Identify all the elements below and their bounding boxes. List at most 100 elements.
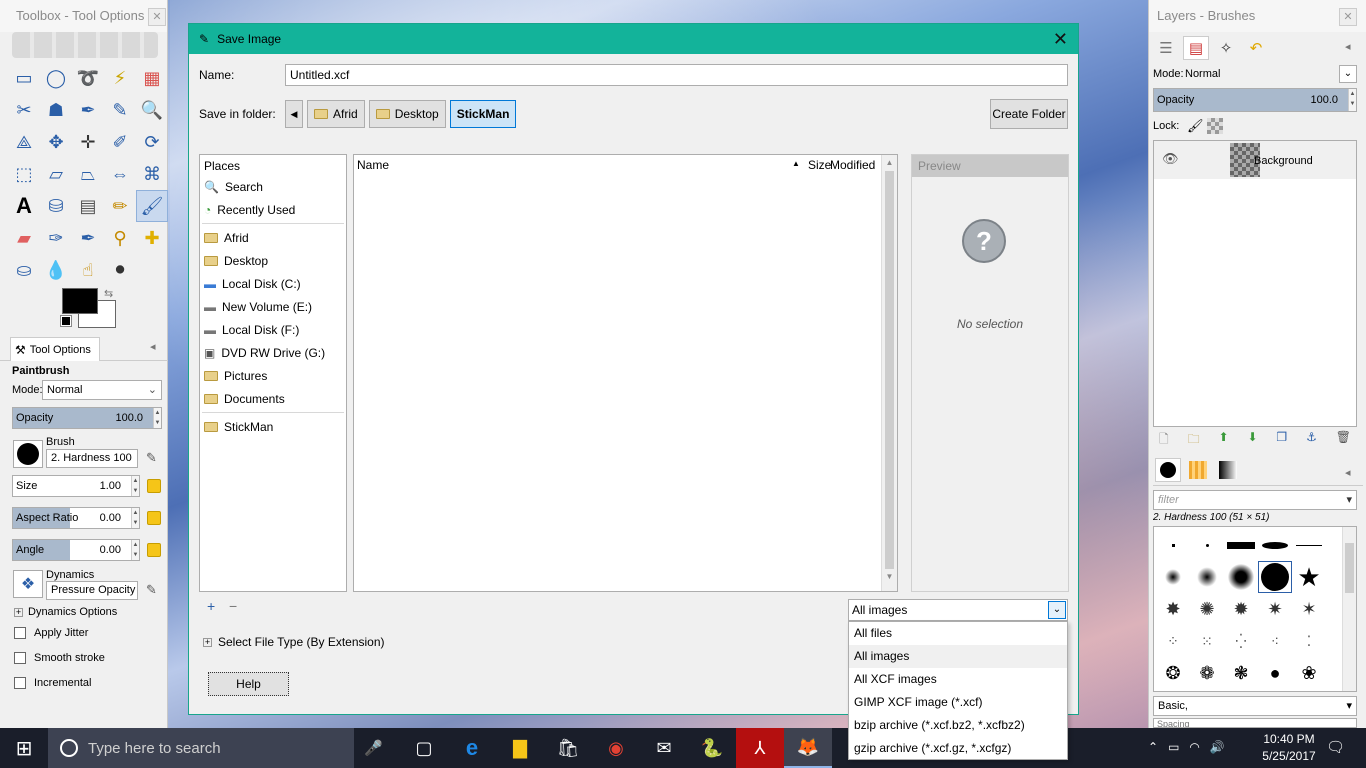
filter-option-gimp-xcf[interactable]: GIMP XCF image (*.xcf)	[849, 691, 1067, 714]
brush-splatter1-icon[interactable]: ✸	[1156, 593, 1190, 625]
brush-tiny-icon[interactable]	[1156, 529, 1190, 561]
fuzzy-select-icon[interactable]: ⚡	[104, 62, 136, 94]
aspect-spinner[interactable]: ▲ ▼	[131, 508, 139, 528]
scroll-down-icon[interactable]: ▼	[882, 569, 897, 585]
brush-texture5-icon[interactable]: ❀	[1292, 657, 1326, 689]
spacing-slider[interactable]: Spacing	[1153, 718, 1357, 728]
scissors-icon[interactable]: ✂	[8, 94, 40, 126]
place-search[interactable]: 🔍 Search	[200, 175, 346, 198]
crop-icon[interactable]: ✐	[104, 126, 136, 158]
gimp-taskbar-icon[interactable]: 🦊	[784, 728, 832, 768]
delete-layer-icon[interactable]: 🗑	[1336, 430, 1351, 451]
configure-tab-icon[interactable]: ◂	[150, 340, 156, 353]
tab-brushes-icon[interactable]	[1155, 458, 1181, 482]
flip-icon[interactable]: ⇔	[104, 158, 136, 190]
wifi-icon[interactable]: ◠	[1189, 740, 1199, 754]
brush-name-field[interactable]: 2. Hardness 100	[46, 449, 138, 468]
smudge-icon[interactable]: ☝	[72, 254, 104, 286]
brush-sponge3-icon[interactable]: ⁛	[1224, 625, 1258, 657]
pencil-icon[interactable]: ✏	[104, 190, 136, 222]
smooth-stroke-option[interactable]: Smooth stroke	[14, 652, 105, 664]
color-picker-icon[interactable]: ✎	[104, 94, 136, 126]
acrobat-icon[interactable]: ⅄	[736, 728, 784, 768]
brush-texture1-icon[interactable]: ❂	[1156, 657, 1190, 689]
edge-browser-icon[interactable]: e	[448, 728, 496, 768]
layer-opacity-slider[interactable]: Opacity 100.0 ▲ ▼	[1153, 88, 1357, 112]
breadcrumb-afrid[interactable]: Afrid	[307, 100, 365, 128]
layer-row[interactable]: 👁 Background	[1154, 141, 1356, 179]
zoom-icon[interactable]: 🔍	[136, 94, 168, 126]
airbrush-icon[interactable]: ✑	[40, 222, 72, 254]
filter-option-bzip[interactable]: bzip archive (*.xcf.bz2, *.xcfbz2)	[849, 714, 1067, 737]
notifications-icon[interactable]: 🗨	[1326, 738, 1345, 756]
file-filter-select[interactable]: All images ⌄	[848, 599, 1068, 621]
paintbrush-icon[interactable]: 🖌	[136, 190, 168, 222]
brush-texture3-icon[interactable]: ❃	[1224, 657, 1258, 689]
select-file-type-expander[interactable]: + Select File Type (By Extension)	[203, 635, 385, 649]
lock-alpha-icon[interactable]	[1207, 118, 1223, 134]
mode-select[interactable]: Normal ⌄	[42, 380, 162, 400]
remove-place-icon[interactable]: −	[229, 598, 237, 614]
place-dvd-drive-g[interactable]: ▣ DVD RW Drive (G:)	[200, 341, 346, 364]
create-folder-button[interactable]: Create Folder	[990, 99, 1068, 129]
perspective-clone-icon[interactable]: ⛀	[8, 254, 40, 286]
filter-option-gzip[interactable]: gzip archive (*.xcf.gz, *.xcfgz)	[849, 737, 1067, 760]
mail-icon[interactable]: ✉	[640, 728, 688, 768]
size-slider[interactable]: Size 1.00 ▲ ▼	[12, 475, 140, 497]
bucket-fill-icon[interactable]: ⛁	[40, 190, 72, 222]
tab-gradients-icon[interactable]	[1215, 458, 1241, 482]
store-icon[interactable]: 🛍	[544, 728, 592, 768]
filter-option-all-xcf[interactable]: All XCF images	[849, 668, 1067, 691]
opacity-slider[interactable]: Opacity 100.0 ▲ ▼	[12, 407, 162, 429]
dodge-burn-icon[interactable]: ⚫	[104, 254, 136, 286]
angle-spinner[interactable]: ▲ ▼	[131, 540, 139, 560]
apply-jitter-checkbox[interactable]	[14, 627, 26, 639]
place-local-disk-f[interactable]: ▬ Local Disk (F:)	[200, 318, 346, 341]
eraser-icon[interactable]: ▰	[8, 222, 40, 254]
incremental-option[interactable]: Incremental	[14, 677, 91, 689]
column-modified[interactable]: Modified	[830, 158, 875, 172]
place-pictures[interactable]: Pictures	[200, 364, 346, 387]
ellipse-select-icon[interactable]: ◯	[40, 62, 72, 94]
shear-icon[interactable]: ▱	[40, 158, 72, 190]
foreground-select-icon[interactable]: ☗	[40, 94, 72, 126]
rotate-icon[interactable]: ⟳	[136, 126, 168, 158]
file-list-scrollbar[interactable]: ▲ ▼	[881, 155, 897, 591]
clock[interactable]: 10:40 PM 5/25/2017	[1260, 732, 1318, 763]
anchor-layer-icon[interactable]: ⚓	[1306, 430, 1317, 451]
reset-angle-icon[interactable]	[147, 543, 161, 557]
tab-undo-icon[interactable]: ↶	[1243, 36, 1269, 60]
apply-jitter-option[interactable]: Apply Jitter	[14, 627, 88, 639]
reset-aspect-icon[interactable]	[147, 511, 161, 525]
brush-set-select[interactable]: Basic, ▾	[1153, 696, 1357, 716]
layer-name[interactable]: Background	[1254, 155, 1313, 167]
swap-colors-icon[interactable]: ⇆	[104, 287, 113, 300]
lock-pixels-icon[interactable]: 🖌	[1187, 118, 1204, 134]
brush-texture2-icon[interactable]: ❁	[1190, 657, 1224, 689]
brush-fuzzy-medium-icon[interactable]	[1190, 561, 1224, 593]
edit-dynamics-icon[interactable]: ✎	[146, 582, 157, 598]
lower-layer-icon[interactable]: ⬇	[1247, 430, 1257, 451]
brush-splatter3-icon[interactable]: ✹	[1224, 593, 1258, 625]
scroll-up-icon[interactable]: ▲	[882, 155, 897, 171]
opacity-spinner[interactable]: ▲ ▼	[153, 408, 161, 428]
taskbar-search-box[interactable]: Type here to search 🎤	[48, 728, 383, 768]
task-view-icon[interactable]: ▢	[400, 728, 448, 768]
default-colors-icon[interactable]	[60, 315, 72, 327]
help-button[interactable]: Help	[208, 672, 289, 696]
brush-sponge2-icon[interactable]: ⁙	[1190, 625, 1224, 657]
paths-icon[interactable]: ✒	[72, 94, 104, 126]
tab-patterns-icon[interactable]	[1185, 458, 1211, 482]
brush-splatter2-icon[interactable]: ✺	[1190, 593, 1224, 625]
new-layer-icon[interactable]: 🗋	[1159, 430, 1169, 451]
configure-tab-icon[interactable]: ◂	[1345, 40, 1351, 53]
edit-brush-icon[interactable]: ✎	[146, 450, 157, 466]
filter-option-all-images[interactable]: All images	[849, 645, 1067, 668]
heal-icon[interactable]: ✚	[136, 222, 168, 254]
duplicate-layer-icon[interactable]: ❐	[1276, 430, 1287, 451]
place-stickman[interactable]: StickMan	[200, 415, 346, 438]
angle-slider[interactable]: Angle 0.00 ▲ ▼	[12, 539, 140, 561]
visibility-eye-icon[interactable]: 👁	[1162, 151, 1179, 167]
layers-close-icon[interactable]: ✕	[1339, 8, 1357, 26]
clone-icon[interactable]: ⚲	[104, 222, 136, 254]
